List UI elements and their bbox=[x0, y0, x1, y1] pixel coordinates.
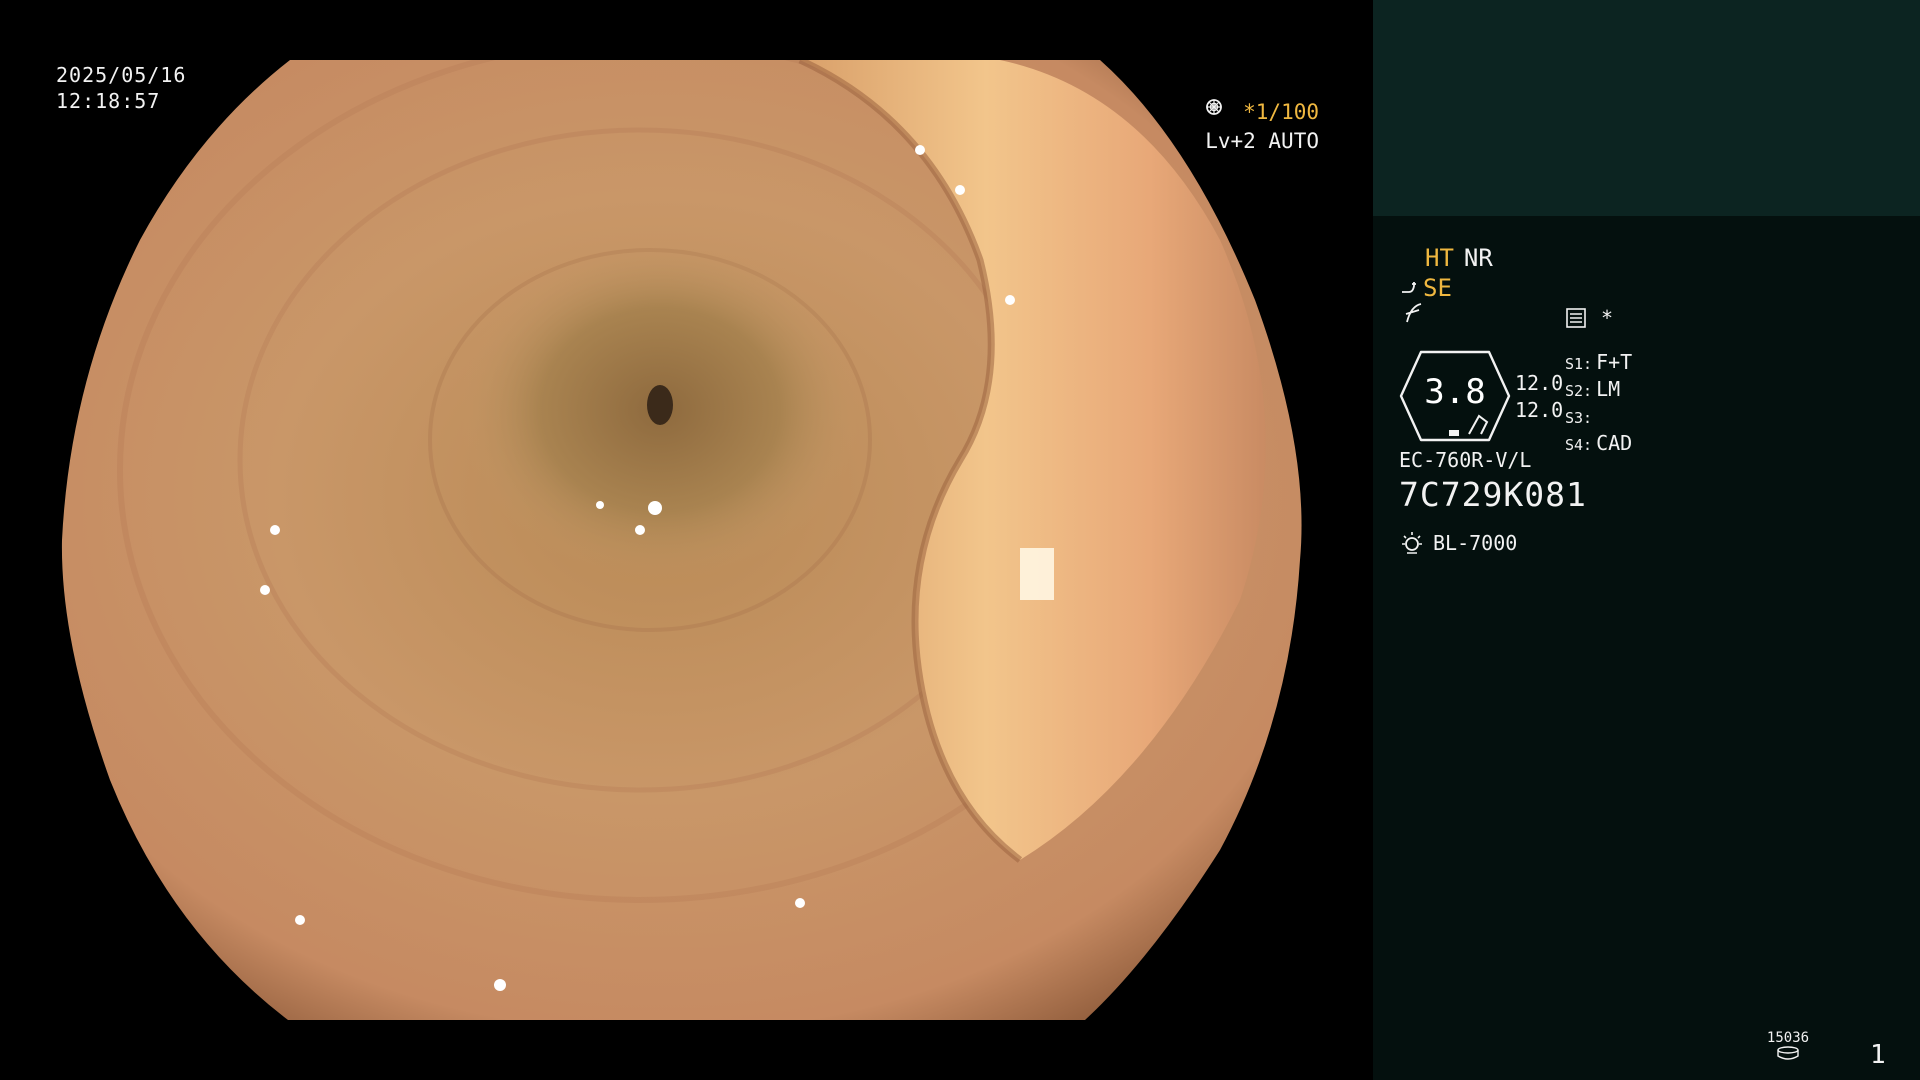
switch-key: S3: bbox=[1565, 409, 1593, 427]
shutter-text: *1/100 bbox=[1243, 100, 1319, 124]
level-text: Lv+2 AUTO bbox=[1205, 129, 1319, 153]
mag-values: 12.0 12.0 bbox=[1515, 370, 1563, 424]
magnification-value: 3.8 bbox=[1424, 372, 1486, 412]
switch-row: S2: LM bbox=[1565, 377, 1632, 404]
freeze-icon bbox=[1405, 303, 1422, 323]
switch-key: S2: bbox=[1565, 382, 1593, 400]
date-time-readout: 2025/05/16 12:18:57 bbox=[56, 62, 186, 114]
freeze-row bbox=[1403, 302, 1425, 330]
structure-enhance-row: SE bbox=[1401, 274, 1452, 302]
record-symbol: * bbox=[1601, 306, 1614, 330]
mode-nr: NR bbox=[1463, 244, 1493, 272]
mode-ht: HT bbox=[1425, 244, 1454, 272]
light-source-name: BL-7000 bbox=[1433, 531, 1518, 555]
endoscopy-screen: 2025/05/16 12:18:57 *1/100 Lv+2 AUTO HT … bbox=[0, 0, 1920, 1080]
light-source-row: BL-7000 bbox=[1399, 530, 1517, 556]
counter-value: 15036 bbox=[1766, 1030, 1810, 1046]
scope-model: EC-760R-V/L bbox=[1399, 448, 1532, 472]
auto-iris-icon bbox=[1206, 99, 1223, 115]
switch-row: S3: bbox=[1565, 404, 1632, 431]
image-mode-row: HT NR bbox=[1425, 244, 1493, 272]
date-text: 2025/05/16 bbox=[56, 63, 187, 87]
switch-key: S1: bbox=[1565, 355, 1593, 373]
info-panel: HT NR SE * 3.8 12.0 12.0 S1: F+T S2: LM … bbox=[1373, 0, 1920, 1080]
storage-icon bbox=[1777, 1046, 1799, 1060]
light-source-icon bbox=[1402, 532, 1422, 554]
switch-value: CAD bbox=[1596, 431, 1633, 455]
image-counter: 15036 bbox=[1766, 1030, 1810, 1064]
exposure-readout: *1/100 Lv+2 AUTO bbox=[1205, 98, 1319, 156]
scope-bend-icon bbox=[1402, 282, 1416, 293]
record-list-icon bbox=[1566, 308, 1586, 328]
mag-value-1: 12.0 bbox=[1515, 371, 1564, 395]
switch-assignments: S1: F+T S2: LM S3: S4: CAD bbox=[1565, 350, 1632, 458]
switch-row: S4: CAD bbox=[1565, 431, 1632, 458]
level-row: Lv+2 AUTO bbox=[1205, 99, 1319, 156]
switch-row: S1: F+T bbox=[1565, 350, 1632, 377]
time-text: 12:18:57 bbox=[56, 89, 161, 113]
switch-value: LM bbox=[1596, 377, 1621, 401]
endoscopic-view: 2025/05/16 12:18:57 *1/100 Lv+2 AUTO bbox=[0, 0, 1373, 1080]
colon-image bbox=[61, 60, 1302, 1020]
switch-key: S4: bbox=[1565, 436, 1593, 454]
record-row: * bbox=[1565, 306, 1613, 330]
mag-value-2: 12.0 bbox=[1515, 398, 1564, 422]
mode-se: SE bbox=[1423, 274, 1452, 302]
page-number: 1 bbox=[1870, 1040, 1886, 1070]
panel-header-area bbox=[1373, 0, 1920, 216]
switch-value: F+T bbox=[1596, 350, 1633, 374]
scope-serial: 7C729K081 bbox=[1399, 475, 1587, 514]
